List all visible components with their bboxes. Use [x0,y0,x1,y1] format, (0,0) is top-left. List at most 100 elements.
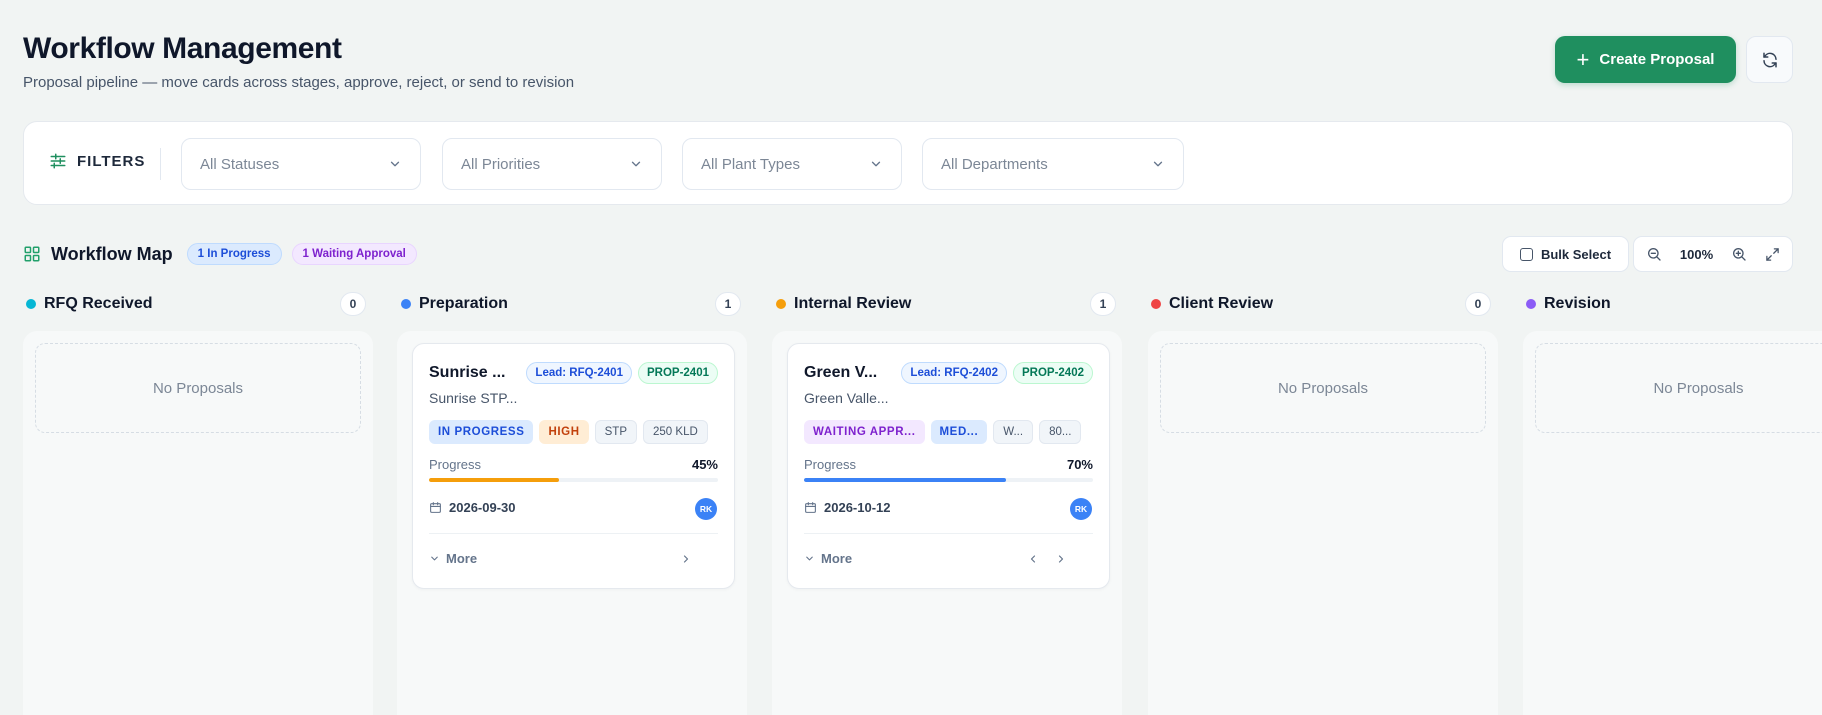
move-next-button[interactable] [678,551,694,567]
column-name: RFQ Received [44,295,153,312]
avatar: RK [1070,498,1092,520]
bulk-select-button[interactable]: Bulk Select [1502,236,1629,272]
chevron-down-icon [871,161,881,167]
card-title: Sunrise ... [429,364,506,381]
workflow-map-title: Workflow Map [51,243,173,264]
status-badge: IN PROGRESS [429,420,534,444]
column-count: 0 [340,292,366,316]
grid-icon [24,246,40,262]
create-proposal-label: Create Proposal [1599,51,1715,68]
calendar-icon [805,502,816,513]
progress-bar-fill [804,478,1007,482]
card-title: Green V... [804,364,878,381]
chevron-right-icon [683,555,689,563]
column-header-preparation: Preparation 1 [401,292,741,316]
empty-column-message: No Proposals [1535,343,1822,433]
workflow-page: Workflow Management Proposal pipeline — … [0,0,1822,715]
page-title: Workflow Management [23,32,342,65]
bulk-select-label: Bulk Select [1540,246,1612,262]
card-chips: IN PROGRESS HIGH STP 250 KLD [429,420,708,444]
priority-filter-select[interactable]: All Priorities [442,138,662,190]
chevron-down-icon [390,161,400,167]
column-count: 0 [1465,292,1491,316]
more-toggle[interactable]: More [429,551,477,566]
more-label: More [446,551,478,566]
refresh-icon [1762,52,1777,67]
column-name: Internal Review [794,295,912,312]
expand-icon[interactable] [1765,247,1780,262]
capacity-badge: 250 KLD [643,420,708,444]
refresh-button[interactable] [1746,36,1793,83]
column-name: Revision [1544,295,1611,312]
card-stage-nav [1025,551,1069,567]
column-status-dot [1526,299,1536,309]
lead-id-tag: Lead: RFQ-2401 [526,362,632,384]
zoom-controls: 100% [1633,236,1793,272]
move-previous-button[interactable] [1025,551,1041,567]
column-count: 1 [1090,292,1116,316]
column-name: Client Review [1169,295,1274,312]
card-subtitle: Green Valle... [804,390,889,406]
column-name: Preparation [419,295,508,312]
card-tags: Lead: RFQ-2401 PROP-2401 [526,362,718,384]
column-status-dot [776,299,786,309]
waiting-approval-badge: 1 Waiting Approval [291,243,417,265]
department-filter-value: All Departments [941,155,1048,173]
progress-bar [429,478,718,482]
column-status-dot [1151,299,1161,309]
chevron-down-icon [431,556,438,561]
proposal-id-tag: PROP-2402 [1012,362,1093,384]
column-count: 1 [715,292,741,316]
column-header-client-review: Client Review 0 [1151,292,1491,316]
column-header-rfq-received: RFQ Received 0 [26,292,366,316]
due-date: 2026-09-30 [429,500,516,515]
sliders-icon [50,153,66,169]
capacity-badge: 80... [1039,420,1082,444]
plus-icon: + [1576,46,1590,72]
proposal-card-prop-2401[interactable]: Sunrise ... Lead: RFQ-2401 PROP-2401 Sun… [412,343,735,589]
in-progress-badge: 1 In Progress [186,243,282,265]
progress-row: Progress 45% [429,457,718,472]
chevron-down-icon [806,556,813,561]
empty-column-message: No Proposals [1160,343,1486,433]
card-tags: Lead: RFQ-2402 PROP-2402 [901,362,1093,384]
priority-filter-value: All Priorities [461,155,541,173]
column-status-dot [26,299,36,309]
status-filter-select[interactable]: All Statuses [181,138,421,190]
filters-panel: FILTERS All Statuses All Priorities All … [23,121,1793,205]
filters-heading: FILTERS [49,152,145,170]
card-divider [429,533,718,534]
plant-type-badge: STP [594,420,638,444]
proposal-id-tag: PROP-2401 [637,362,718,384]
progress-label: Progress [804,457,857,472]
department-filter-select[interactable]: All Departments [922,138,1184,190]
move-next-button[interactable] [1053,551,1069,567]
checkbox-icon [1519,247,1533,261]
card-divider [804,533,1093,534]
zoom-out-icon[interactable] [1646,246,1662,262]
calendar-icon [430,502,441,513]
empty-column-message: No Proposals [35,343,361,433]
priority-badge: MED... [930,420,988,444]
card-chips: WAITING APPR... MED... W... 80... [804,420,1082,444]
create-proposal-button[interactable]: + Create Proposal [1555,36,1736,83]
progress-value: 70% [1066,457,1093,472]
status-badge: WAITING APPR... [804,420,925,444]
due-date-value: 2026-09-30 [449,500,516,515]
filters-divider [160,148,161,180]
chevron-down-icon [1153,161,1163,167]
column-client-review[interactable]: No Proposals [1148,331,1498,715]
more-toggle[interactable]: More [804,551,852,566]
chevron-right-icon [1058,555,1064,563]
column-rfq-received[interactable]: No Proposals [23,331,373,715]
more-label: More [821,551,853,566]
card-subtitle: Sunrise STP... [429,390,518,406]
status-filter-value: All Statuses [200,155,280,173]
page-subtitle: Proposal pipeline — move cards across st… [23,74,575,91]
priority-badge: HIGH [539,420,589,444]
column-revision[interactable]: No Proposals [1523,331,1822,715]
plant-type-filter-select[interactable]: All Plant Types [682,138,902,190]
zoom-in-icon[interactable] [1731,246,1747,262]
proposal-card-prop-2402[interactable]: Green V... Lead: RFQ-2402 PROP-2402 Gree… [787,343,1110,589]
filters-label: FILTERS [77,152,146,170]
